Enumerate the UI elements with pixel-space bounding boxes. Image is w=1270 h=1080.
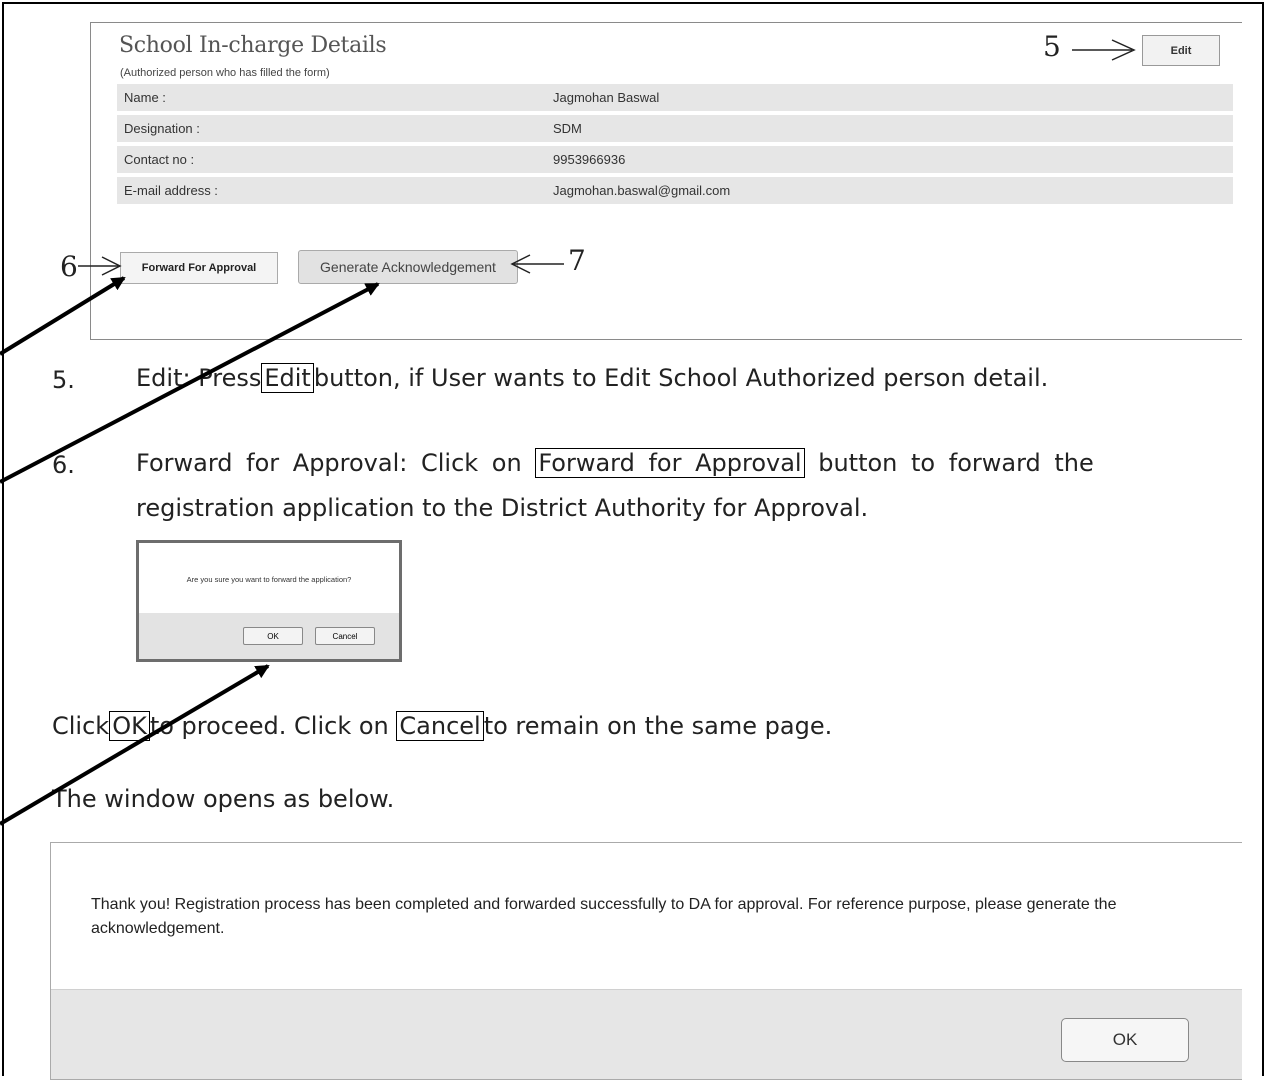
annotation-arrows [0,39,1136,826]
callout-arrow-5 [1072,39,1136,61]
pointer-arrow-generate [0,282,380,484]
pointer-arrow-forward [0,276,126,356]
callout-arrow-6 [78,256,122,276]
callout-arrow-7 [510,254,564,274]
pointer-arrow-ok [0,664,270,826]
